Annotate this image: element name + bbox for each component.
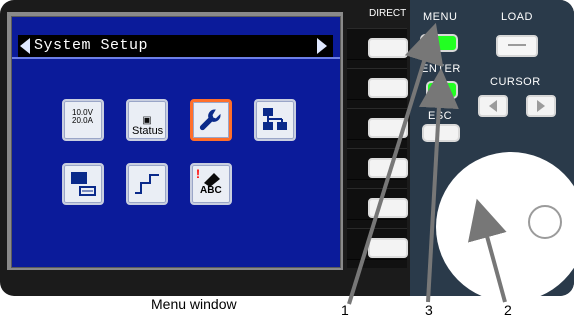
wrench-icon[interactable] (190, 99, 232, 141)
abc-eraser-icon[interactable]: ! ABC (190, 163, 232, 205)
load-dash-icon (508, 44, 526, 46)
direct-softkey-6[interactable] (368, 238, 408, 258)
esc-button[interactable] (422, 124, 460, 142)
wrench-glyph (199, 109, 221, 131)
title-underline (12, 57, 340, 59)
cursor-label: CURSOR (490, 76, 541, 88)
soft-key-column (347, 28, 407, 268)
menu-label: MENU (423, 11, 458, 23)
voltage-text: 10.0V 20.0A (72, 109, 93, 125)
enter-label: ENTER (421, 63, 461, 75)
keyboard-monitor-icon[interactable] (62, 163, 104, 205)
direct-softkey-4[interactable] (368, 158, 408, 178)
callout-number-3: 3 (425, 302, 433, 318)
voltage-current-icon[interactable]: 10.0V 20.0A (62, 99, 104, 141)
abc-label: ABC (200, 185, 222, 196)
status-icon[interactable]: ▣ Status (126, 99, 168, 141)
cursor-right-icon (537, 100, 545, 112)
load-label: LOAD (501, 11, 533, 23)
enter-button[interactable] (426, 81, 458, 99)
network-glyph (263, 108, 287, 130)
window-titlebar: System Setup (18, 35, 333, 57)
direct-softkey-5[interactable] (368, 198, 408, 218)
step-waveform-icon[interactable] (126, 163, 168, 205)
menu-button[interactable] (420, 34, 458, 52)
voltage-bottom: 20.0A (72, 116, 93, 125)
callout-number-2: 2 (504, 302, 512, 318)
device-body: System Setup 10.0V 20.0A ▣ Status ! ABC … (0, 0, 574, 296)
direct-softkey-1[interactable] (368, 38, 408, 58)
cursor-left-icon (489, 100, 497, 112)
menu-window-caption: Menu window (151, 296, 237, 312)
direct-label: DIRECT (369, 8, 407, 19)
step-glyph (135, 174, 159, 194)
monitor-mini-icon: ▣ (142, 114, 152, 126)
status-label: Status (132, 125, 164, 137)
network-diagram-icon[interactable] (254, 99, 296, 141)
cursor-left-button[interactable] (478, 95, 508, 117)
esc-label: ESC (428, 110, 453, 122)
direct-softkey-3[interactable] (368, 118, 408, 138)
direct-softkey-2[interactable] (368, 78, 408, 98)
callout-number-1: 1 (341, 302, 349, 318)
cursor-right-button[interactable] (526, 95, 556, 117)
menu-window: System Setup 10.0V 20.0A ▣ Status ! ABC (11, 16, 341, 268)
knob-center-icon[interactable] (528, 205, 562, 239)
keyboard-glyph (71, 172, 96, 196)
right-arrow-icon[interactable] (317, 38, 327, 54)
window-title: System Setup (34, 37, 149, 54)
left-arrow-icon[interactable] (20, 38, 30, 54)
load-button[interactable] (496, 35, 538, 57)
